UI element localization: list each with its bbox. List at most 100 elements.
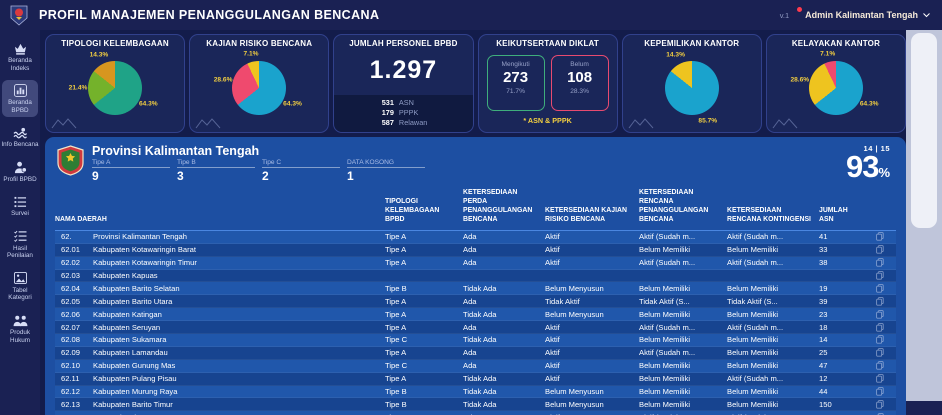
daerah-code: 62.: [55, 232, 93, 241]
sidebar-item-info-bencana[interactable]: Info Bencana: [2, 122, 38, 152]
rencana-kontingensi-cell: Aktif (Sudah m...: [727, 374, 819, 383]
daerah-cell: 62.05Kabupaten Barito Utara: [55, 297, 385, 306]
chevron-down-icon[interactable]: [923, 13, 930, 18]
kajian-risiko-cell: Belum Menyusun: [545, 387, 639, 396]
sidebar: Beranda Indeks Beranda BPBD Info Bencana Pr…: [0, 30, 40, 415]
table-row[interactable]: 62.13Kabupaten Barito TimurTipe BTidak A…: [55, 398, 896, 411]
table-row[interactable]: 62.10Kabupaten Gunung MasTipe CAdaAktifB…: [55, 360, 896, 373]
user-menu[interactable]: Admin Kalimantan Tengah: [797, 10, 930, 20]
table-header-row: NAMA DAERAHTIPOLOGI KELEMBAGAAN BPBDKETE…: [55, 189, 896, 225]
diklat-note: * ASN & PPPK: [479, 116, 617, 125]
kajian-risiko-pie-chart[interactable]: [232, 61, 286, 115]
sidebar-item-hasil-penilaian[interactable]: Hasil Penilaian: [2, 226, 38, 263]
table-row[interactable]: 62.12Kabupaten Murung RayaTipe BTidak Ad…: [55, 386, 896, 399]
table-row[interactable]: 62.71Kota PalangkarayaTipe AAdaAktifAkti…: [55, 411, 896, 415]
copy-icon[interactable]: [865, 361, 895, 370]
table-row[interactable]: 62.08Kabupaten SukamaraTipe CTidak AdaAk…: [55, 334, 896, 347]
table-row[interactable]: 62.04Kabupaten Barito SelatanTipe BTidak…: [55, 282, 896, 295]
rencana-kontingensi-cell: Aktif (Sudah m...: [727, 258, 819, 267]
copy-icon[interactable]: [865, 284, 895, 293]
perda-cell: Ada: [463, 297, 545, 306]
scrollbar[interactable]: [906, 30, 942, 415]
personnel-label: Relawan: [399, 118, 443, 128]
copy-icon[interactable]: [865, 335, 895, 344]
jumlah-asn-cell: 18: [819, 323, 865, 332]
tipologi-cell: Tipe A: [385, 258, 463, 267]
table-row[interactable]: 62.09Kabupaten LamandauTipe AAdaAktifAkt…: [55, 347, 896, 360]
rencana-pb-cell: Aktif (Sudah m...: [639, 232, 727, 241]
table-row[interactable]: 62.05Kabupaten Barito UtaraTipe AAda Tida…: [55, 295, 896, 308]
kepemilikan-pie-chart[interactable]: [665, 61, 719, 115]
copy-icon[interactable]: [865, 310, 895, 319]
tipologi-cell: Tipe C: [385, 335, 463, 344]
card-title: KEIKUTSERTAAN DIKLAT: [479, 39, 617, 48]
table-row[interactable]: 62.06Kabupaten KatinganTipe ATidak AdaBe…: [55, 308, 896, 321]
rencana-kontingensi-cell: Tidak Aktif (S...: [727, 297, 819, 306]
personnel-line: 179PPPK: [334, 108, 472, 118]
daerah-cell: 62.04Kabupaten Barito Selatan: [55, 284, 385, 293]
copy-icon[interactable]: [865, 374, 895, 383]
copy-icon[interactable]: [865, 245, 895, 254]
table-row[interactable]: 62.07Kabupaten SeruyanTipe AAdaAktifAkti…: [55, 321, 896, 334]
jumlah-asn-cell: 33: [819, 245, 865, 254]
kajian-risiko-cell: Belum Menyusun: [545, 400, 639, 409]
tipologi-pie-chart[interactable]: [88, 61, 142, 115]
stat-label: Tipe B: [177, 159, 255, 168]
table-row[interactable]: 62.01Kabupaten Kotawaringin BaratTipe AA…: [55, 244, 896, 257]
daerah-cell: 62.12Kabupaten Murung Raya: [55, 387, 385, 396]
sidebar-item-tabel-kategori[interactable]: Tabel Kategori: [2, 268, 38, 305]
copy-icon[interactable]: [865, 323, 895, 332]
sidebar-item-label: Beranda BPBD: [1, 99, 39, 114]
daerah-name: Kabupaten Kotawaringin Barat: [93, 245, 196, 254]
kajian-risiko-cell: Aktif: [545, 361, 639, 370]
rencana-pb-cell: Belum Memiliki: [639, 387, 727, 396]
personnel-count: 531: [364, 98, 394, 108]
sidebar-item-profil-bpbd[interactable]: Profil BPBD: [2, 157, 38, 187]
rencana-pb-cell: Aktif (Sudah m...: [639, 258, 727, 267]
scrollbar-thumb[interactable]: [911, 33, 937, 228]
tipologi-cell: Tipe A: [385, 297, 463, 306]
table-row[interactable]: 62.03Kabupaten Kapuas: [55, 270, 896, 283]
sidebar-item-beranda-bpbd[interactable]: Beranda BPBD: [2, 80, 38, 117]
copy-icon[interactable]: [865, 271, 895, 280]
perda-cell: Ada: [463, 245, 545, 254]
daerah-name: Kabupaten Katingan: [93, 310, 162, 319]
rencana-pb-cell: Belum Memiliki: [639, 361, 727, 370]
stat-value: 9: [92, 169, 175, 183]
diklat-box-value: 108: [552, 68, 608, 88]
kelayakan-pie-chart[interactable]: [809, 61, 863, 115]
copy-icon[interactable]: [865, 232, 895, 241]
diklat-box-belum: Belum10828.3%: [551, 55, 609, 111]
daerah-cell: 62.02Kabupaten Kotawaringin Timur: [55, 258, 385, 267]
sidebar-item-beranda-indeks[interactable]: Beranda Indeks: [2, 38, 38, 75]
table-row[interactable]: 62.02Kabupaten Kotawaringin TimurTipe A A…: [55, 257, 896, 270]
personnel-total: 1.297: [334, 56, 472, 85]
perda-cell: Tidak Ada: [463, 310, 545, 319]
province-panel: Provinsi Kalimantan Tengah Tipe A9Tipe B…: [45, 137, 906, 415]
sidebar-item-produk-hukum[interactable]: Produk Hukum: [2, 310, 38, 347]
daerah-name: Kabupaten Kapuas: [93, 271, 158, 280]
daerah-code: 62.02: [55, 258, 93, 267]
rencana-pb-cell: Belum Memiliki: [639, 310, 727, 319]
copy-icon[interactable]: [865, 387, 895, 396]
daerah-cell: 62.11Kabupaten Pulang Pisau: [55, 374, 385, 383]
diklat-boxes: Mengikuti27371.7%Belum10828.3%: [479, 55, 617, 111]
card-title: JUMLAH PERSONEL BPBD: [334, 39, 472, 48]
daerah-cell: 62.07Kabupaten Seruyan: [55, 323, 385, 332]
daerah-code: 62.01: [55, 245, 93, 254]
table-row[interactable]: 62.11Kabupaten Pulang PisauTipe ATidak A…: [55, 373, 896, 386]
person-badge-icon: [14, 161, 27, 174]
jumlah-asn-cell: 12: [819, 374, 865, 383]
sidebar-item-survei[interactable]: Survei: [2, 191, 38, 221]
copy-icon[interactable]: [865, 400, 895, 409]
rencana-kontingensi-cell: Belum Memiliki: [727, 310, 819, 319]
perda-cell: Tidak Ada: [463, 284, 545, 293]
rencana-kontingensi-cell: Aktif (Sudah m...: [727, 232, 819, 241]
copy-icon[interactable]: [865, 348, 895, 357]
copy-icon[interactable]: [865, 297, 895, 306]
daerah-cell: 62.13Kabupaten Barito Timur: [55, 400, 385, 409]
jumlah-asn-cell: 19: [819, 284, 865, 293]
copy-icon[interactable]: [865, 258, 895, 267]
table-row[interactable]: 62.Provinsi Kalimantan TengahTipe AAdaAk…: [55, 231, 896, 244]
jumlah-asn-cell: 41: [819, 232, 865, 241]
